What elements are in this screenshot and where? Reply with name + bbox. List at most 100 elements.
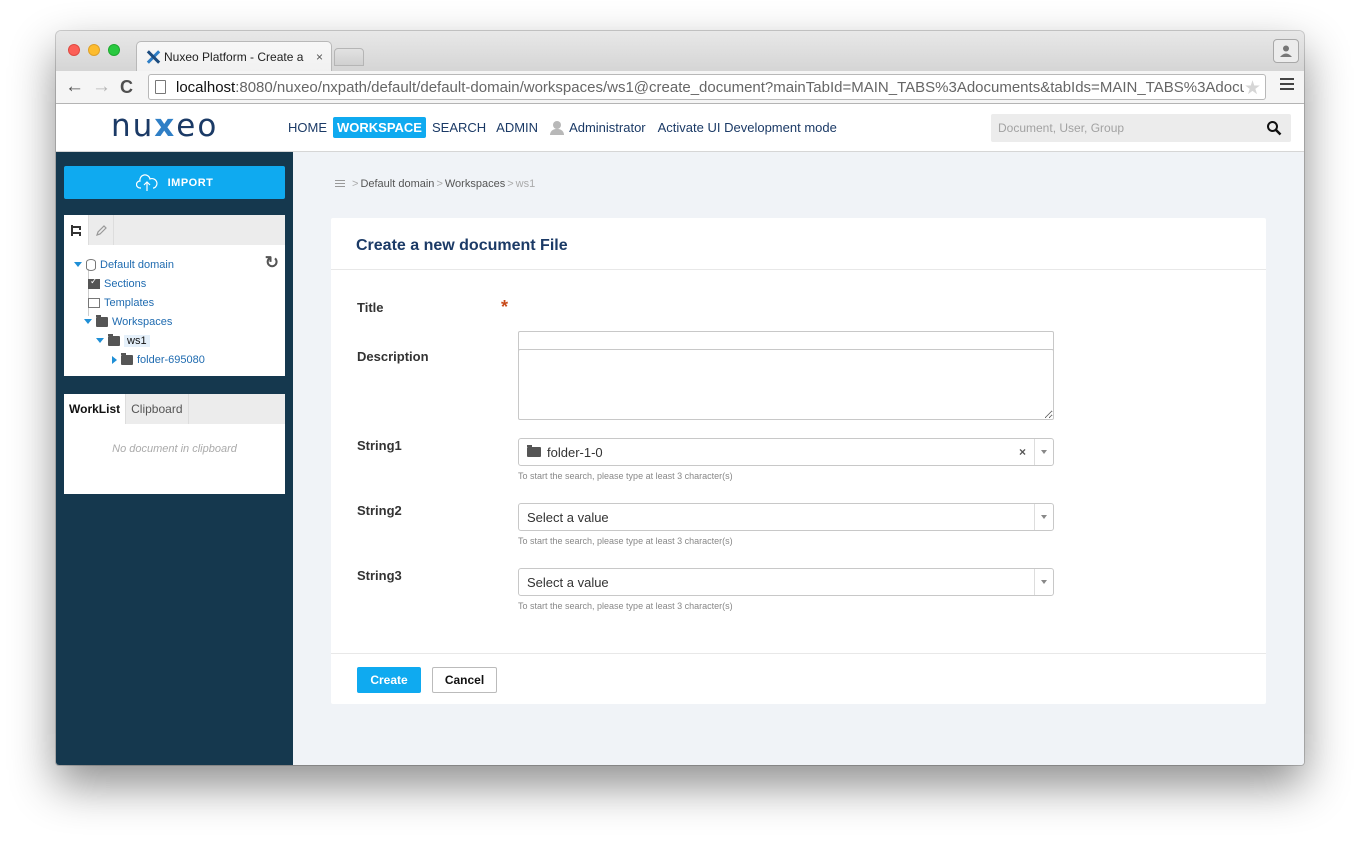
close-window-button[interactable]: [68, 44, 80, 56]
tab-edit[interactable]: [89, 215, 114, 245]
person-icon: [1280, 45, 1292, 57]
breadcrumb-separator: >: [436, 178, 443, 190]
tree-guide-line: [88, 269, 89, 316]
tab-navigation-tree[interactable]: [64, 215, 89, 245]
string2-select[interactable]: Select a value: [518, 503, 1054, 531]
user-name: Administrator: [569, 120, 646, 135]
required-marker: *: [501, 297, 509, 317]
refresh-icon[interactable]: ↻: [265, 253, 279, 273]
sidebar: IMPORT ↻ Default domain ✓ Sections Templ…: [56, 152, 293, 765]
clear-selection-icon[interactable]: ×: [1019, 445, 1026, 459]
browser-window: Nuxeo Platform - Create a × ← → C localh…: [56, 31, 1304, 765]
main-content: > Default domain > Workspaces > ws1 Crea…: [293, 152, 1304, 765]
tab-clipboard[interactable]: Clipboard: [126, 394, 189, 424]
section-icon: [88, 276, 100, 289]
folder-outline-icon: [88, 297, 100, 308]
reload-button[interactable]: C: [120, 76, 133, 98]
document-tree: Default domain Sections Templates Worksp…: [74, 255, 205, 369]
nuxeo-logo[interactable]: nuxeo: [111, 108, 218, 144]
tab-worklist[interactable]: WorkList: [64, 394, 127, 424]
dropdown-arrow-icon[interactable]: [1034, 439, 1053, 465]
url-text[interactable]: localhost:8080/nuxeo/nxpath/default/defa…: [176, 79, 1244, 96]
divider: [331, 653, 1266, 654]
description-input[interactable]: [518, 349, 1054, 420]
folder-icon: [108, 333, 120, 346]
new-tab-button[interactable]: [334, 48, 364, 66]
divider: [331, 269, 1266, 270]
navigation-tree-panel: ↻ Default domain Sections Templates: [64, 215, 285, 376]
nav-home[interactable]: HOME: [284, 117, 331, 138]
folder-icon: [527, 445, 541, 457]
tab-close-icon[interactable]: ×: [316, 50, 323, 64]
search-icon[interactable]: [1266, 120, 1282, 136]
nav-workspace[interactable]: WORKSPACE: [333, 117, 426, 138]
browser-menu-icon[interactable]: [1280, 78, 1294, 93]
global-search: [991, 114, 1291, 142]
folder-icon: [96, 314, 108, 327]
string1-selected-value: folder-1-0: [519, 445, 1019, 460]
breadcrumb-workspaces[interactable]: Workspaces: [445, 178, 505, 190]
description-label: Description: [357, 349, 429, 364]
create-document-form: Create a new document File Title * Descr…: [331, 218, 1266, 704]
tree-tabs: [64, 215, 285, 245]
nav-search[interactable]: SEARCH: [428, 117, 490, 138]
dropdown-arrow-icon[interactable]: [1034, 569, 1053, 595]
collapse-icon[interactable]: [112, 355, 117, 364]
page-icon: [155, 80, 166, 94]
tree-item-folder[interactable]: folder-695080: [74, 350, 205, 369]
database-icon: [86, 258, 96, 271]
maximize-window-button[interactable]: [108, 44, 120, 56]
breadcrumb-default-domain[interactable]: Default domain: [360, 178, 434, 190]
address-bar[interactable]: localhost:8080/nuxeo/nxpath/default/defa…: [148, 74, 1266, 100]
breadcrumb-current: ws1: [515, 178, 536, 190]
bookmark-star-icon[interactable]: ★: [1244, 77, 1261, 100]
import-button[interactable]: IMPORT: [64, 166, 285, 199]
clipboard-tabs: WorkList Clipboard: [64, 394, 285, 424]
dev-mode-link[interactable]: Activate UI Development mode: [658, 120, 837, 135]
nav-admin[interactable]: ADMIN: [492, 117, 542, 138]
string3-placeholder: Select a value: [527, 574, 609, 590]
cloud-upload-icon: [135, 173, 158, 191]
string2-label: String2: [357, 503, 402, 518]
expand-icon[interactable]: [96, 338, 104, 343]
nuxeo-favicon-icon: [145, 49, 161, 65]
form-title: Create a new document File: [356, 237, 568, 254]
minimize-window-button[interactable]: [88, 44, 100, 56]
string3-select[interactable]: Select a value: [518, 568, 1054, 596]
clipboard-empty-message: No document in clipboard: [112, 443, 237, 455]
create-button[interactable]: Create: [357, 667, 421, 693]
folder-icon: [121, 352, 133, 365]
string1-hint: To start the search, please type at leas…: [518, 471, 733, 481]
pencil-icon: [95, 224, 107, 236]
browser-toolbar: ← → C localhost:8080/nuxeo/nxpath/defaul…: [56, 71, 1304, 104]
forward-button[interactable]: →: [92, 76, 111, 98]
breadcrumb-menu-icon[interactable]: [335, 179, 345, 189]
expand-icon[interactable]: [84, 319, 92, 324]
user-icon: [550, 120, 565, 135]
tab-title: Nuxeo Platform - Create a: [164, 49, 304, 64]
tree-icon: [70, 224, 81, 236]
string3-hint: To start the search, please type at leas…: [518, 601, 733, 611]
back-button[interactable]: ←: [65, 76, 84, 98]
app-header: nuxeo HOME WORKSPACE SEARCH ADMIN Admini…: [56, 104, 1304, 152]
browser-tab[interactable]: Nuxeo Platform - Create a ×: [136, 41, 332, 71]
tree-item-templates[interactable]: Templates: [74, 293, 205, 312]
tab-strip: Nuxeo Platform - Create a ×: [56, 31, 1304, 71]
tree-item-workspaces[interactable]: Workspaces: [74, 312, 205, 331]
string1-label: String1: [357, 438, 402, 453]
profile-button[interactable]: [1273, 39, 1299, 63]
search-input[interactable]: [991, 115, 1261, 141]
string2-placeholder: Select a value: [527, 509, 609, 525]
tree-item-sections[interactable]: Sections: [74, 274, 205, 293]
string1-select[interactable]: folder-1-0 ×: [518, 438, 1054, 466]
tree-item-default-domain[interactable]: Default domain: [74, 255, 205, 274]
expand-icon[interactable]: [74, 262, 82, 267]
tree-item-ws1[interactable]: ws1: [74, 331, 205, 350]
dropdown-arrow-icon[interactable]: [1034, 504, 1053, 530]
clipboard-panel: WorkList Clipboard No document in clipbo…: [64, 394, 285, 494]
cancel-button[interactable]: Cancel: [432, 667, 497, 693]
breadcrumb: > Default domain > Workspaces > ws1: [335, 178, 535, 190]
user-menu[interactable]: Administrator: [550, 120, 646, 135]
import-label: IMPORT: [167, 176, 214, 189]
string3-label: String3: [357, 568, 402, 583]
